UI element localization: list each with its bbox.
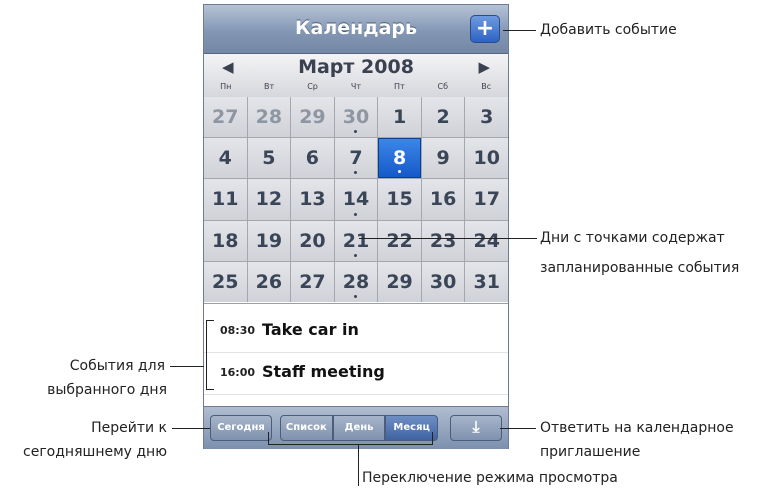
- weekday-label: Пн: [220, 82, 232, 91]
- callout-line: [206, 320, 214, 321]
- day-number: 30: [342, 106, 370, 129]
- callout-line: [206, 320, 207, 390]
- calendar-day[interactable]: 13: [291, 179, 334, 220]
- weekday-label: Ср: [307, 82, 318, 91]
- calendar-day[interactable]: 28: [247, 97, 291, 138]
- event-dot: [354, 130, 358, 134]
- callout-events-line2: выбранного дня: [47, 382, 167, 398]
- view-mode-segmented-control: Список День Месяц: [280, 415, 439, 441]
- day-number: 21: [342, 229, 370, 252]
- calendar-day[interactable]: 17: [465, 179, 508, 220]
- calendar-day[interactable]: 3: [465, 97, 508, 138]
- callout-dots-line1: Дни с точками содержат: [540, 230, 725, 246]
- calendar-day[interactable]: 22: [378, 220, 421, 261]
- event-dot: [398, 170, 402, 174]
- title-bar: Календарь +: [204, 5, 508, 54]
- calendar-day[interactable]: 11: [204, 179, 247, 220]
- event-time: 08:30: [220, 324, 256, 337]
- calendar-day[interactable]: 26: [247, 261, 291, 302]
- event-dot: [354, 171, 358, 175]
- calendar-day[interactable]: 29: [291, 97, 334, 138]
- add-event-button[interactable]: +: [470, 15, 500, 43]
- calendar-day[interactable]: 2: [421, 97, 465, 138]
- event-row[interactable]: 16:00 Staff meeting: [204, 352, 508, 395]
- calendar-day[interactable]: 27: [291, 261, 334, 302]
- callout-dots-line2: запланированные события: [540, 260, 740, 276]
- event-list: 08:30 Take car in 16:00 Staff meeting: [204, 303, 508, 407]
- weekday-label: Сб: [437, 82, 449, 91]
- calendar-day-with-events[interactable]: 21: [334, 220, 378, 261]
- callout-today-line2: сегодняшнему дню: [23, 444, 167, 460]
- callout-line: [170, 366, 204, 367]
- calendar-grid: 27 28 29 30 1 2 3 4 5 6 7 8 9 10 11 12 1…: [204, 97, 508, 302]
- day-number: 14: [342, 188, 370, 211]
- today-button[interactable]: Сегодня: [210, 415, 272, 441]
- callout-line: [500, 428, 536, 429]
- event-title: Staff meeting: [262, 362, 385, 381]
- weekday-label: Чт: [350, 82, 362, 91]
- calendar-day[interactable]: 20: [291, 220, 334, 261]
- calendar-day[interactable]: 29: [378, 261, 421, 302]
- calendar-day[interactable]: 5: [247, 138, 291, 179]
- weekday-header: Пн Вт Ср Чт Пт Сб Вс: [204, 82, 508, 94]
- app-title: Календарь: [294, 17, 418, 39]
- calendar-day[interactable]: 10: [465, 138, 508, 179]
- calendar-day-with-events[interactable]: 30: [334, 97, 378, 138]
- callout-line: [172, 428, 210, 429]
- callout-line: [268, 444, 433, 445]
- invitations-button[interactable]: ⤓: [450, 415, 502, 441]
- next-month-button[interactable]: ▶: [478, 58, 490, 76]
- inbox-download-icon: ⤓: [472, 417, 480, 436]
- callout-line: [359, 238, 537, 239]
- day-number: 7: [349, 147, 363, 170]
- calendar-day[interactable]: 18: [204, 220, 247, 261]
- callout-line: [358, 444, 359, 486]
- weekday-label: Вт: [264, 82, 275, 91]
- calendar-day[interactable]: 12: [247, 179, 291, 220]
- callout-line: [432, 432, 433, 445]
- callout-add-event: Добавить событие: [540, 22, 677, 38]
- month-navigation: ◀ Март 2008 ▶ Пн Вт Ср Чт Пт Сб Вс: [204, 54, 508, 97]
- calendar-day-with-events[interactable]: 7: [334, 138, 378, 179]
- callout-events-line1: События для: [69, 358, 165, 374]
- callout-reply-line1: Ответить на календарное: [540, 420, 734, 436]
- month-title: Март 2008: [298, 56, 414, 78]
- weekday-label: Пт: [394, 82, 405, 91]
- list-view-button[interactable]: Список: [280, 415, 333, 441]
- event-dot: [354, 295, 358, 298]
- callout-line: [503, 30, 536, 31]
- calendar-day[interactable]: 19: [247, 220, 291, 261]
- event-dot: [354, 212, 358, 216]
- event-row[interactable]: 08:30 Take car in: [204, 310, 508, 353]
- calendar-day[interactable]: 23: [421, 220, 465, 261]
- bottom-toolbar: Сегодня Список День Месяц ⤓: [204, 406, 508, 449]
- calendar-day[interactable]: 1: [378, 97, 421, 138]
- event-dot: [354, 253, 358, 257]
- calendar-day[interactable]: 16: [421, 179, 465, 220]
- day-view-button[interactable]: День: [332, 415, 386, 441]
- day-number: 8: [392, 147, 407, 170]
- callout-reply-line2: приглашение: [540, 444, 641, 460]
- calendar-day[interactable]: 31: [465, 261, 508, 302]
- calendar-day[interactable]: 24: [465, 220, 508, 261]
- calendar-day[interactable]: 27: [204, 97, 247, 138]
- calendar-day[interactable]: 25: [204, 261, 247, 302]
- calendar-day-with-events[interactable]: 14: [334, 179, 378, 220]
- calendar-day-with-events[interactable]: 28: [334, 261, 378, 302]
- calendar-day-selected[interactable]: 8: [378, 138, 421, 179]
- month-view-button[interactable]: Месяц: [385, 415, 439, 441]
- day-number: 28: [342, 270, 370, 293]
- calendar-day[interactable]: 15: [378, 179, 421, 220]
- callout-switch-view: Переключение режима просмотра: [362, 470, 618, 486]
- callout-today-line1: Перейти к: [91, 420, 167, 436]
- calendar-day[interactable]: 6: [291, 138, 334, 179]
- calendar-day[interactable]: 4: [204, 138, 247, 179]
- callout-line: [206, 389, 214, 390]
- event-title: Take car in: [262, 320, 359, 339]
- weekday-label: Вс: [481, 82, 492, 91]
- calendar-day[interactable]: 30: [421, 261, 465, 302]
- calendar-day[interactable]: 9: [421, 138, 465, 179]
- calendar-app: Календарь + ◀ Март 2008 ▶ Пн Вт Ср Чт Пт…: [203, 4, 509, 449]
- event-time: 16:00: [220, 366, 256, 379]
